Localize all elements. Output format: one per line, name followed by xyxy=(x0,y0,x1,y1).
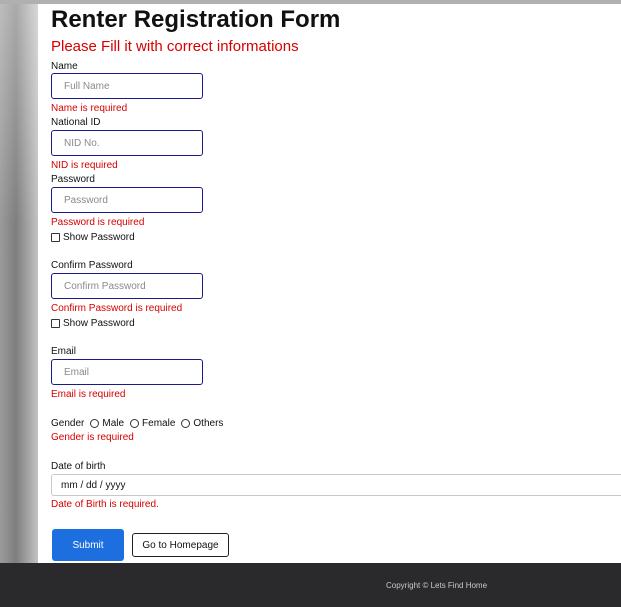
show-confirm-password-toggle[interactable]: Show Password xyxy=(51,318,135,329)
registration-form: Renter Registration Form Please Fill it … xyxy=(38,4,621,563)
show-confirm-password-label: Show Password xyxy=(63,318,135,329)
confirm-password-input[interactable] xyxy=(51,273,203,299)
confirm-password-error: Confirm Password is required xyxy=(51,303,183,314)
dob-input[interactable]: mm / dd / yyyy xyxy=(51,474,621,496)
show-password-toggle[interactable]: Show Password xyxy=(51,232,135,243)
submit-button[interactable]: Submit xyxy=(52,529,124,561)
show-confirm-password-checkbox[interactable] xyxy=(51,319,60,328)
page-title: Renter Registration Form xyxy=(51,6,341,33)
show-password-checkbox[interactable] xyxy=(51,233,60,242)
footer: Copyright © Lets Find Home xyxy=(0,563,621,607)
copyright-text: Copyright © Lets Find Home xyxy=(386,581,488,590)
email-input[interactable] xyxy=(51,359,203,385)
gender-label: Gender xyxy=(51,418,85,429)
email-error: Email is required xyxy=(51,389,126,400)
go-to-homepage-button[interactable]: Go to Homepage xyxy=(132,533,229,557)
dob-value: mm / dd / yyyy xyxy=(61,479,126,491)
password-error: Password is required xyxy=(51,217,145,228)
show-password-label: Show Password xyxy=(63,232,135,243)
background-photo xyxy=(0,0,40,563)
email-label: Email xyxy=(51,346,77,357)
gender-others-label: Others xyxy=(193,418,224,429)
gender-male-radio[interactable] xyxy=(90,419,100,428)
name-error: Name is required xyxy=(51,103,128,114)
name-input[interactable] xyxy=(51,73,203,99)
password-input[interactable] xyxy=(51,187,203,213)
gender-male-label: Male xyxy=(102,418,125,429)
name-label: Name xyxy=(51,61,78,72)
form-subtitle: Please Fill it with correct informations xyxy=(51,38,299,55)
gender-error: Gender is required xyxy=(51,432,134,443)
nid-label: National ID xyxy=(51,117,101,128)
password-label: Password xyxy=(51,174,95,185)
dob-label: Date of birth xyxy=(51,461,106,472)
gender-others-radio[interactable] xyxy=(181,419,191,428)
dob-error: Date of Birth is required. xyxy=(51,499,159,510)
gender-female-radio[interactable] xyxy=(130,419,140,428)
nid-error: NID is required xyxy=(51,160,118,171)
nid-input[interactable] xyxy=(51,130,203,156)
gender-group: Gender Male Female Others xyxy=(51,418,223,429)
confirm-password-label: Confirm Password xyxy=(51,260,133,271)
gender-female-label: Female xyxy=(142,418,176,429)
